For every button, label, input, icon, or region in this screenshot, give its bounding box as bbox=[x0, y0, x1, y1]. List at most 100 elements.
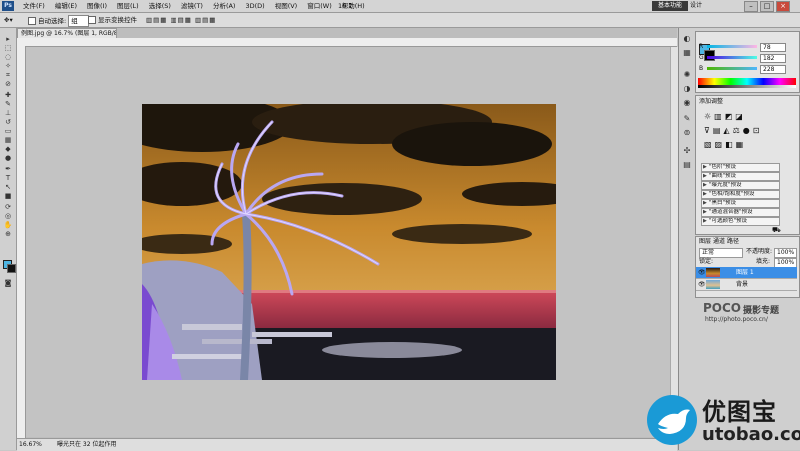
clone-source-panel-icon[interactable]: ⊚ bbox=[680, 128, 694, 138]
blue-slider[interactable] bbox=[707, 67, 757, 70]
hand-icon[interactable]: ✋ bbox=[3, 222, 13, 229]
type-icon[interactable]: T bbox=[3, 175, 13, 182]
blur-icon[interactable]: ◆ bbox=[3, 146, 13, 153]
vertical-scrollbar[interactable] bbox=[670, 47, 678, 437]
green-value-field[interactable]: 182 bbox=[760, 54, 786, 63]
pen-icon[interactable]: ✒ bbox=[3, 166, 13, 173]
tab-layers[interactable]: 图层 bbox=[699, 238, 711, 246]
menu-file[interactable]: 文件(F) bbox=[18, 0, 50, 12]
minimize-button[interactable]: – bbox=[744, 1, 758, 12]
menu-view[interactable]: 视图(V) bbox=[270, 0, 303, 12]
align-icons[interactable]: ▥▤▦ ▥▤▦ ▥▤▦ bbox=[146, 15, 216, 25]
marquee-icon[interactable]: ⬚ bbox=[3, 45, 13, 52]
path-select-icon[interactable]: ↖ bbox=[3, 184, 13, 191]
styles-panel-icon[interactable]: ✺ bbox=[680, 70, 694, 80]
status-text: 曝光只在 32 位起作用 bbox=[57, 441, 117, 448]
background-color-swatch[interactable] bbox=[7, 264, 16, 273]
zoom-icon[interactable]: ⊕ bbox=[3, 231, 13, 238]
tab-paths[interactable]: 路径 bbox=[727, 238, 739, 246]
preset-exposure[interactable]: "曝光度"预设 bbox=[701, 181, 780, 190]
eraser-icon[interactable]: ▭ bbox=[3, 128, 13, 135]
eyedropper-icon[interactable]: ⊘ bbox=[3, 81, 13, 88]
poco-tag: 摄影专题 bbox=[743, 306, 780, 316]
menu-layer[interactable]: 图层(L) bbox=[112, 0, 144, 12]
move-icon[interactable]: ▸ bbox=[3, 36, 13, 43]
maximize-button[interactable]: □ bbox=[760, 1, 774, 12]
adjustments-panel-icon[interactable]: ◑ bbox=[680, 84, 694, 94]
menu-3d[interactable]: 3D(D) bbox=[240, 0, 269, 12]
menu-analysis[interactable]: 分析(A) bbox=[208, 0, 241, 12]
gradient-icon[interactable]: ▦ bbox=[3, 137, 13, 144]
3d-orbit-icon[interactable]: ◎ bbox=[3, 213, 13, 220]
preset-channel-mixer[interactable]: "通道混合器"预设 bbox=[701, 208, 780, 217]
adjustment-icons-row-2[interactable]: ⊽▤◭⚖●⊡ bbox=[704, 126, 762, 136]
brush-icon[interactable]: ✎ bbox=[3, 101, 13, 108]
layer-thumbnail bbox=[706, 268, 720, 277]
zoom-level[interactable]: 16.7 bbox=[338, 0, 352, 12]
auto-select-option[interactable]: 自动选择: 组 bbox=[28, 15, 89, 27]
menu-filter[interactable]: 滤镜(T) bbox=[176, 0, 208, 12]
inverted-beach-photo bbox=[142, 104, 556, 380]
visibility-eye-icon[interactable]: 👁 bbox=[698, 269, 706, 276]
status-zoom[interactable]: 16.67% bbox=[19, 439, 42, 451]
green-slider[interactable] bbox=[707, 56, 757, 59]
tab-channels[interactable]: 通道 bbox=[713, 238, 725, 246]
quick-mask-icon[interactable]: ◙ bbox=[3, 280, 13, 287]
color-panel-icon[interactable]: ◐ bbox=[680, 34, 694, 44]
menu-edit[interactable]: 编辑(E) bbox=[50, 0, 82, 12]
lasso-icon[interactable]: ◌ bbox=[3, 54, 13, 61]
adjustments-panel-footer-icon[interactable]: ⛟ bbox=[772, 226, 781, 235]
red-slider[interactable] bbox=[707, 45, 757, 48]
adjustment-icons-row-3[interactable]: ▧▨◧▦ bbox=[704, 140, 746, 150]
opacity-label: 不透明度: bbox=[746, 248, 773, 255]
close-button[interactable]: × bbox=[776, 1, 790, 12]
preset-black-white[interactable]: "黑白"预设 bbox=[701, 199, 780, 208]
fill-label: 填充: bbox=[756, 258, 771, 265]
menu-list: 文件(F) 编辑(E) 图像(I) 图层(L) 选择(S) 滤镜(T) 分析(A… bbox=[18, 0, 370, 12]
preset-selective-color[interactable]: "可选颜色"预设 bbox=[701, 217, 780, 226]
blend-mode-dropdown[interactable]: 正常 bbox=[699, 248, 744, 258]
menu-image[interactable]: 图像(I) bbox=[82, 0, 112, 12]
shape-icon[interactable]: ■ bbox=[3, 193, 13, 200]
preset-curves[interactable]: "曲线"预设 bbox=[701, 172, 780, 181]
preset-levels[interactable]: "色阶"预设 bbox=[701, 163, 780, 172]
transform-controls-option[interactable]: 显示变换控件 bbox=[88, 15, 137, 25]
utobao-cn-text: 优图宝 bbox=[702, 398, 777, 426]
masks-panel-icon[interactable]: ◉ bbox=[680, 98, 694, 108]
transform-controls-checkbox[interactable] bbox=[88, 16, 96, 24]
photoshop-logo-icon: Ps bbox=[2, 1, 14, 11]
layer-row-1[interactable]: 👁 图层 1 bbox=[696, 267, 797, 279]
workspace-button[interactable]: 基本功能 bbox=[652, 1, 688, 11]
layer-name[interactable]: 图层 1 bbox=[736, 268, 754, 277]
brushes-panel-icon[interactable]: ✎ bbox=[680, 114, 694, 124]
gray-ramp-bar[interactable] bbox=[698, 85, 796, 88]
history-brush-icon[interactable]: ↺ bbox=[3, 119, 13, 126]
workspace-design-label[interactable]: 设计 bbox=[690, 1, 702, 11]
move-tool-icon[interactable]: ✥▾ bbox=[4, 15, 13, 25]
auto-select-dropdown[interactable]: 组 bbox=[68, 15, 89, 27]
visibility-eye-icon[interactable]: 👁 bbox=[698, 281, 706, 288]
auto-select-checkbox[interactable] bbox=[28, 17, 36, 25]
healing-brush-icon[interactable]: ✚ bbox=[3, 92, 13, 99]
adjustment-icons-row-1[interactable]: ☼▥◩◪ bbox=[704, 112, 746, 122]
preset-hue-saturation[interactable]: "色相/饱和度"预设 bbox=[701, 190, 780, 199]
blue-value-field[interactable]: 228 bbox=[760, 65, 786, 74]
dodge-icon[interactable]: ● bbox=[3, 155, 13, 162]
menu-select[interactable]: 选择(S) bbox=[144, 0, 176, 12]
color-spectrum-bar[interactable] bbox=[698, 78, 796, 85]
photo-canvas[interactable] bbox=[142, 104, 556, 380]
adjustments-title: 添加调整 bbox=[699, 98, 724, 105]
magic-wand-icon[interactable]: ✧ bbox=[3, 63, 13, 70]
swatches-panel-icon[interactable]: ▦ bbox=[680, 48, 694, 58]
3d-rotate-icon[interactable]: ⟳ bbox=[3, 204, 13, 211]
layer-comps-panel-icon[interactable]: ▤ bbox=[680, 160, 694, 170]
layer-row-2[interactable]: 👁 背景 bbox=[696, 279, 797, 291]
clone-stamp-icon[interactable]: ⊥ bbox=[3, 110, 13, 117]
tool-presets-panel-icon[interactable]: ✣ bbox=[680, 146, 694, 156]
layer-name[interactable]: 背景 bbox=[736, 280, 748, 289]
red-value-field[interactable]: 78 bbox=[760, 43, 786, 52]
menu-window[interactable]: 窗口(W) bbox=[302, 0, 337, 12]
opacity-field[interactable]: 100% bbox=[774, 248, 798, 258]
ruler-horizontal bbox=[17, 38, 677, 47]
crop-icon[interactable]: ⌗ bbox=[3, 72, 13, 79]
